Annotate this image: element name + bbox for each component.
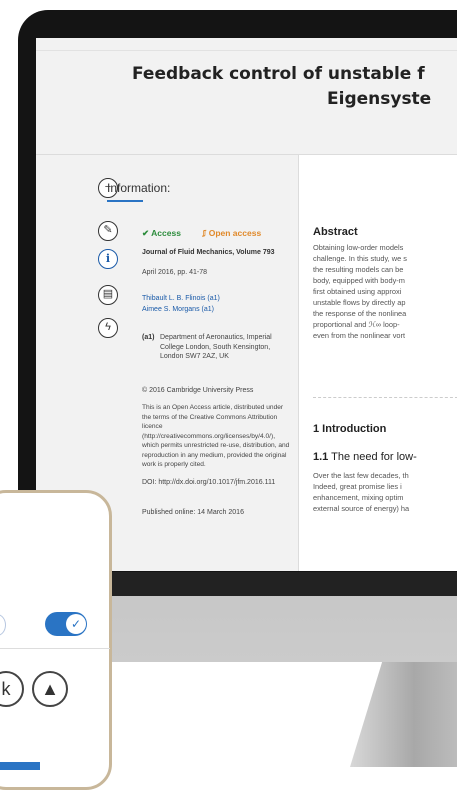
abstract-line: even from the nonlinear vort (313, 331, 406, 340)
intro-body: Over the last few decades, th Indeed, gr… (313, 470, 457, 514)
introduction-heading: 1 Introduction (313, 423, 387, 435)
panel-button[interactable] (0, 762, 40, 770)
abstract-body: Obtaining low-order models challenge. In… (313, 242, 457, 341)
open-lock-icon: ⎎ (202, 228, 207, 238)
monitor-stand (350, 662, 457, 767)
access-badge: ✔ Access (142, 228, 181, 238)
doi[interactable]: DOI: http://dx.doi.org/10.1017/jfm.2016.… (142, 478, 292, 488)
abstract-divider (313, 397, 457, 398)
panel-divider (0, 648, 110, 649)
affiliation-text: Department of Aeronautics, Imperial Coll… (160, 334, 272, 360)
open-access-label: Open access (208, 228, 262, 238)
subsection-number: 1.1 (313, 451, 329, 463)
intro-line: external source of energy) ha (313, 504, 410, 513)
abstract-line: unstable flows by directly ap (313, 298, 406, 307)
author-2-aff: (a1) (201, 306, 214, 313)
info-icon[interactable]: i (98, 249, 118, 269)
open-access-badge: ⎎ Open access (202, 228, 261, 239)
drive-icon[interactable]: ▲ (32, 671, 68, 707)
chart-icon[interactable]: ▤ (98, 285, 118, 305)
feather-icon[interactable]: ✎ (98, 221, 118, 241)
abstract-line: body, equipped with body-m (313, 276, 405, 285)
journal-name[interactable]: Journal of Fluid Mechanics, Volume 793 (142, 248, 292, 258)
author-1-name[interactable]: Thibault L. B. Flinois (142, 295, 205, 302)
abstract-line: Obtaining low-order models (313, 243, 404, 252)
abstract-line: the response of the nonlinea (313, 309, 407, 318)
abstract-line: proportional and ℋ∞ loop- (313, 320, 400, 329)
overlay-settings-panel (0, 490, 112, 790)
article-title-line1: Feedback control of unstable f (132, 64, 425, 84)
information-underline (107, 200, 143, 202)
affiliation-tag: (a1) (142, 334, 155, 341)
intro-line: enhancement, mixing optim (313, 493, 404, 502)
copyright: © 2016 Cambridge University Press (142, 387, 254, 394)
intro-line: Over the last few decades, th (313, 471, 409, 480)
intro-line: Indeed, great promise lies i (313, 482, 402, 491)
license-text: This is an Open Access article, distribu… (142, 404, 290, 468)
published-date: Published online: 14 March 2016 (142, 509, 244, 516)
abstract-heading: Abstract (313, 226, 358, 238)
header-divider (36, 50, 457, 51)
screen-bottom-edge (90, 572, 457, 596)
abstract-line: challenge. In this study, we s (313, 254, 407, 263)
check-icon: ✓ (66, 614, 86, 634)
author-1-aff: (a1) (207, 295, 220, 302)
abstract-line: the resulting models can be (313, 265, 404, 274)
article-title-line2: Eigensyste (327, 89, 432, 109)
subsection-heading: 1.1 The need for low- (313, 451, 417, 463)
author-2-name[interactable]: Aimee S. Morgans (142, 306, 200, 313)
author-2[interactable]: Aimee S. Morgans (a1) (142, 305, 214, 315)
abstract-line: first obtained using approxi (313, 287, 402, 296)
lightning-icon[interactable]: ϟ (98, 318, 118, 338)
information-label: Information: (107, 181, 171, 195)
subsection-title: The need for low- (331, 451, 417, 463)
author-1[interactable]: Thibault L. B. Flinois (a1) (142, 294, 220, 304)
date-pages: April 2016, pp. 41-78 (142, 269, 207, 276)
